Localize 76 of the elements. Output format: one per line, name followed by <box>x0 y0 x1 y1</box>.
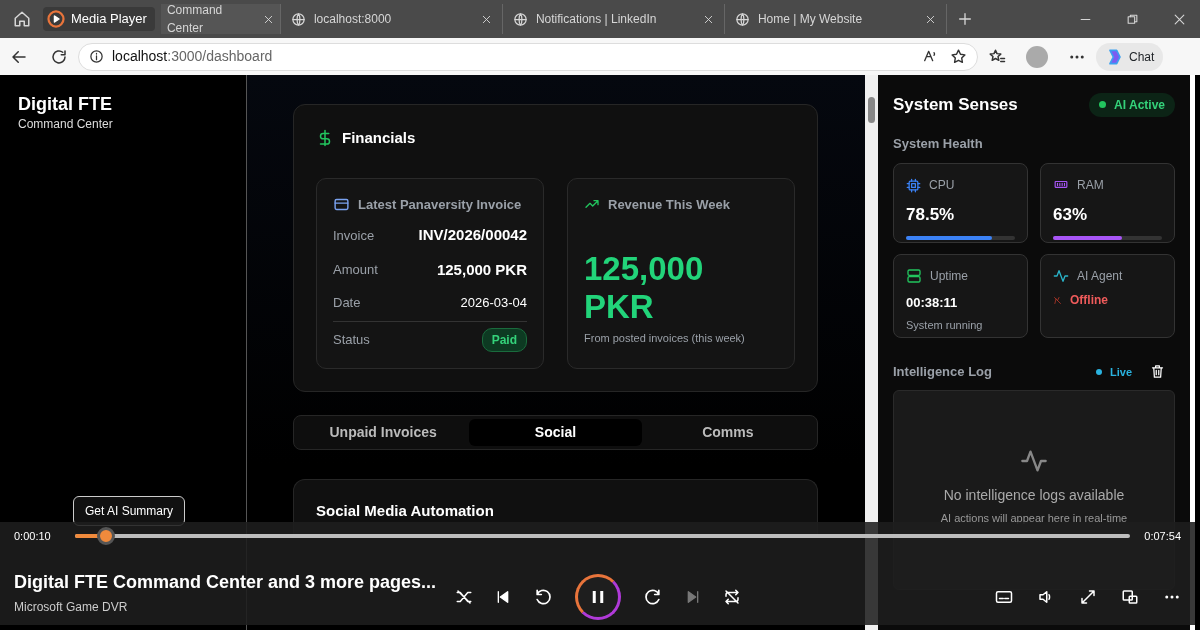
field-label: Date <box>333 294 361 312</box>
revenue-note: From posted invoices (this week) <box>584 330 746 346</box>
new-tab-icon[interactable] <box>956 11 973 27</box>
status-badge: Paid <box>481 327 527 352</box>
metric-label: AI Agent <box>1077 268 1123 285</box>
metric-value: 63% <box>1053 204 1089 226</box>
forward-icon[interactable] <box>642 587 663 607</box>
revenue-amount: 125,000 PKR <box>584 250 705 326</box>
browser-tab[interactable]: localhost:8000 <box>280 4 503 34</box>
card-heading: Revenue This Week <box>608 195 730 214</box>
metric-note: System running <box>906 317 984 333</box>
app-subtitle: Command Center <box>18 115 114 133</box>
tab[interactable]: Comms <box>641 418 814 446</box>
metric-label: Uptime <box>930 268 968 285</box>
metric-label: RAM <box>1077 177 1104 194</box>
metric-value: 00:38:11 <box>906 294 959 312</box>
server-icon <box>906 268 922 284</box>
section-title: Intelligence Log <box>893 363 992 381</box>
tab[interactable]: Social <box>469 418 642 446</box>
time-elapsed: 0:00:10 <box>14 528 51 544</box>
chat-button[interactable]: Chat <box>1096 42 1164 71</box>
field-label: Invoice <box>333 226 375 245</box>
info-icon <box>89 49 104 64</box>
close-icon[interactable] <box>924 13 936 25</box>
media-player-icon <box>47 10 65 28</box>
media-source: Microsoft Game DVR <box>14 598 129 616</box>
field-label: Status <box>333 330 370 349</box>
home-icon[interactable] <box>13 10 31 28</box>
field-value: 125,000 PKR <box>436 259 527 280</box>
card-title: Financials <box>342 128 416 148</box>
close-icon[interactable] <box>262 13 274 25</box>
fullscreen-icon[interactable] <box>1079 588 1097 606</box>
repeat-off-icon[interactable] <box>722 588 741 606</box>
close-icon[interactable] <box>480 13 492 25</box>
activity-icon <box>1053 268 1069 284</box>
app-name: Digital FTE <box>18 95 113 115</box>
live-indicator: Live <box>1096 363 1132 380</box>
tab[interactable]: Unpaid Invoices <box>297 418 470 446</box>
restore-icon[interactable] <box>1126 12 1139 26</box>
shuffle-off-icon[interactable] <box>454 588 473 606</box>
mini-player-icon[interactable] <box>1121 588 1139 606</box>
media-title: Digital FTE Command Center and 3 more pages... <box>14 570 438 594</box>
browser-tab[interactable]: Home | My Website <box>724 4 947 34</box>
offline-icon <box>1053 294 1062 306</box>
agent-status: Offline <box>1070 292 1108 309</box>
status-badge: AI Active <box>1089 92 1175 117</box>
close-icon[interactable] <box>702 13 714 25</box>
play-pause-button[interactable] <box>574 574 621 620</box>
chip-icon <box>906 177 921 193</box>
seek-bar[interactable] <box>74 527 1131 545</box>
empty-title: No intelligence logs available <box>943 485 1125 505</box>
globe-icon <box>512 11 528 27</box>
subtitles-icon[interactable] <box>995 588 1013 606</box>
browser-tab[interactable]: Command Center <box>160 4 281 34</box>
field-value: 2026-03-04 <box>460 294 527 312</box>
globe-icon <box>290 11 306 27</box>
trash-icon[interactable] <box>1150 364 1165 380</box>
globe-icon <box>734 11 750 27</box>
time-total: 0:07:54 <box>1144 528 1181 544</box>
browser-tab[interactable]: Notifications | LinkedIn <box>502 4 725 34</box>
metric-label: CPU <box>929 177 955 194</box>
card-heading: Latest Panaversity Invoice <box>358 195 522 214</box>
panel-title: System Senses <box>893 94 1018 116</box>
field-value: INV/2026/00042 <box>418 225 527 245</box>
field-label: Amount <box>333 261 378 279</box>
refresh-icon[interactable] <box>50 47 68 66</box>
card-title: Social Media Automation <box>316 500 495 521</box>
close-icon[interactable] <box>1173 12 1186 26</box>
address-field[interactable]: localhost:3000/dashboard <box>78 42 978 71</box>
app-title: Media Player <box>43 7 155 31</box>
read-aloud-icon[interactable] <box>922 48 938 64</box>
section-title: System Health <box>893 134 984 153</box>
metric-value: 78.5% <box>906 204 956 226</box>
seek-thumb[interactable] <box>97 527 116 545</box>
empty-note: AI actions will appear here in real-time <box>940 510 1128 526</box>
star-icon[interactable] <box>950 48 967 65</box>
